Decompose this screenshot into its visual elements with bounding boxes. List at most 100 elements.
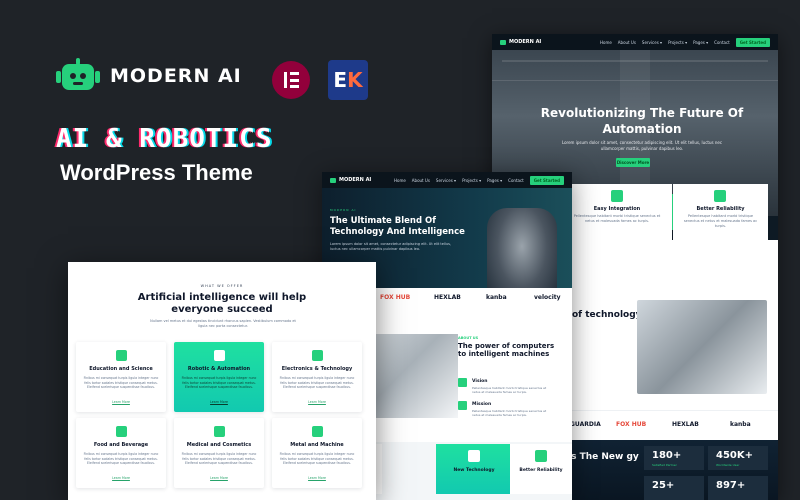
service-desc: Finibus mi consequat turpis ligula integ… [279, 376, 355, 390]
vision-desc: Pellentesque habitant morbi tristique se… [472, 386, 547, 395]
nav-contact[interactable]: Contact [508, 178, 524, 183]
hero-tag: MODERN AI [330, 208, 357, 212]
learn-more-link[interactable]: Learn More [272, 476, 362, 480]
section-desc: Nullam vel metus et dui egestas tincidun… [150, 319, 296, 328]
discover-more-button[interactable]: Discover More [616, 158, 650, 167]
front-preview-screenshot: WHAT WE OFFER Artificial intelligence wi… [68, 262, 376, 500]
robot-lab-image [637, 300, 767, 394]
service-card[interactable]: Medical and Cosmetics Finibus mi consequ… [174, 418, 264, 488]
feature-title: Easy Integration [593, 206, 641, 212]
stat-value: 450K+ [716, 450, 754, 461]
learn-more-link[interactable]: Learn More [76, 476, 166, 480]
about-title: The power of computers to intelligent ma… [458, 342, 555, 359]
stat-box: 897+ [708, 476, 768, 500]
section-title: Artificial intelligence will help everyo… [137, 292, 307, 315]
nav-pages[interactable]: Pages ▾ [487, 178, 502, 183]
stat-box: 180+ Satisfied Partner [644, 446, 704, 470]
learn-more-link[interactable]: Learn More [174, 400, 264, 404]
elementor-logo-icon [272, 61, 310, 99]
nav-home[interactable]: Home [600, 40, 612, 45]
about-tag: ABOUT US [458, 336, 479, 340]
back-hero-title: Revolutionizing The Future Of Automation [540, 106, 744, 136]
brand-name: MODERN AI [110, 65, 242, 87]
nav-services[interactable]: Services ▾ [642, 40, 662, 45]
machine-icon [312, 426, 323, 437]
medical-icon [214, 426, 225, 437]
nav-services[interactable]: Services ▾ [436, 178, 456, 183]
robot-icon [56, 58, 100, 94]
service-title: Food and Beverage [93, 442, 149, 448]
back-hero-desc: Lorem ipsum dolor sit amet, consectetur … [561, 140, 723, 151]
service-title: Medical and Cosmetics [186, 442, 252, 448]
mission-icon [458, 401, 467, 410]
nav-projects[interactable]: Projects ▾ [668, 40, 687, 45]
stat-label: Worldwide User [716, 463, 740, 467]
service-desc: Finibus mi consequat turpis ligula integ… [181, 376, 257, 390]
nav-home[interactable]: Home [394, 178, 406, 183]
feature-title: Better Reliability [696, 206, 745, 212]
stat-box: 450K+ Worldwide User [708, 446, 768, 470]
service-title: Education and Science [89, 366, 153, 372]
stat-value: 180+ [652, 450, 682, 461]
service-desc: Finibus mi consequat turpis ligula integ… [83, 452, 159, 466]
partner-logo: FOX HUB [380, 294, 411, 301]
stat-label: Satisfied Partner [652, 463, 677, 467]
brand-logo: MODERN AI [56, 58, 242, 94]
mid-hero-title: The Ultimate Blend Of Technology And Int… [330, 216, 465, 237]
nav-about[interactable]: About Us [412, 178, 430, 183]
partner-logo: GUARDIA [570, 421, 601, 428]
partner-logo: HEXLAB [672, 421, 699, 428]
service-title: Robotic & Automation [187, 366, 251, 372]
service-card[interactable]: Metal and Machine Finibus mi consequat t… [272, 418, 362, 488]
partner-logo: kanba [730, 421, 751, 428]
mission-desc: Pellentesque habitant morbi tristique se… [472, 409, 547, 418]
learn-more-link[interactable]: Learn More [174, 476, 264, 480]
learn-more-link[interactable]: Learn More [76, 400, 166, 404]
service-desc: Finibus mi consequat turpis ligula integ… [181, 452, 257, 466]
service-card[interactable]: Robotic & Automation Finibus mi consequa… [174, 342, 264, 412]
stat-value: 897+ [716, 480, 746, 491]
nav-about[interactable]: About Us [618, 40, 636, 45]
elementskit-logo-icon: EK [328, 60, 368, 100]
reliability-icon [535, 450, 547, 462]
mid-nav-brand[interactable]: MODERN AI [330, 177, 371, 183]
feature-card: Better Reliability Pellentesque habitant… [673, 184, 768, 240]
section-tag: WHAT WE OFFER [200, 284, 244, 288]
vision-title: Vision [472, 379, 488, 384]
back-nav: MODERN AI Home About Us Services ▾ Proje… [492, 34, 778, 50]
service-desc: Finibus mi consequat turpis ligula integ… [83, 376, 159, 390]
feature-desc: Pellentesque habitant morbi tristique se… [573, 214, 661, 223]
service-title: Metal and Machine [290, 442, 344, 448]
feature-desc: Pellentesque habitant morbi tristique se… [683, 214, 758, 228]
learn-more-link[interactable]: Learn More [272, 400, 362, 404]
food-icon [116, 426, 127, 437]
stat-value: 25+ [652, 480, 675, 491]
mid-nav: MODERN AI Home About Us Services ▾ Proje… [322, 172, 572, 188]
nav-pages[interactable]: Pages ▾ [693, 40, 708, 45]
feature-card: Easy Integration Pellentesque habitant m… [562, 184, 672, 240]
service-card[interactable]: Food and Beverage Finibus mi consequat t… [76, 418, 166, 488]
service-card[interactable]: New Technology [436, 444, 512, 494]
back-nav-brand[interactable]: MODERN AI [500, 39, 541, 45]
service-card[interactable]: Electronics & Technology Finibus mi cons… [272, 342, 362, 412]
partner-logo: kanba [486, 294, 507, 301]
get-started-button[interactable]: Get Started [529, 175, 564, 185]
service-desc: Finibus mi consequat turpis ligula integ… [279, 452, 355, 466]
nav-contact[interactable]: Contact [714, 40, 730, 45]
stat-box: 25+ [644, 476, 704, 500]
education-icon [116, 350, 127, 361]
get-started-button[interactable]: Get Started [735, 37, 770, 47]
service-card[interactable]: Education and Science Finibus mi consequ… [76, 342, 166, 412]
partner-logo: FOX HUB [616, 421, 647, 428]
integration-icon [611, 190, 623, 202]
mission-title: Mission [472, 402, 492, 407]
service-card[interactable]: Better Reliability [510, 444, 572, 494]
partner-logo: velocity [534, 294, 561, 301]
technology-icon [468, 450, 480, 462]
headline: AI & ROBOTICS [56, 124, 273, 154]
subheadline: WordPress Theme [60, 160, 253, 185]
nav-projects[interactable]: Projects ▾ [462, 178, 481, 183]
electronics-icon [312, 350, 323, 361]
partner-logo: HEXLAB [434, 294, 461, 301]
mid-hero-desc: Lorem ipsum dolor sit amet, consectetur … [330, 242, 452, 251]
